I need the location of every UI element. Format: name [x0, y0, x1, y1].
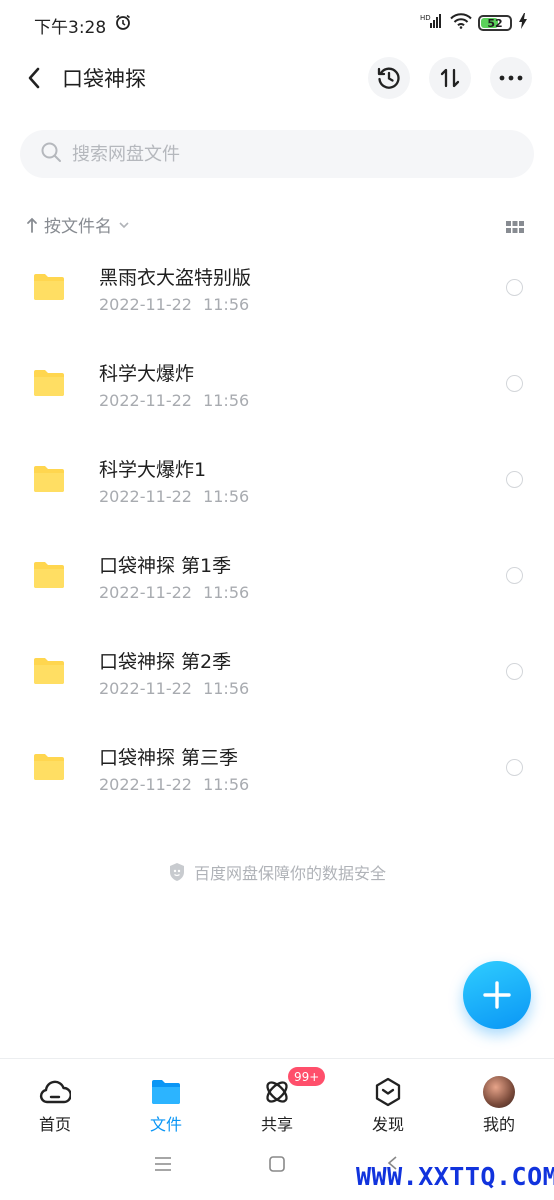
folder-icon — [34, 754, 64, 780]
select-radio[interactable] — [506, 375, 523, 392]
tab-label: 文件 — [149, 1115, 182, 1134]
page-title: 口袋神探 — [62, 67, 146, 91]
battery-icon: 52 — [478, 15, 512, 31]
folder-icon — [34, 658, 64, 684]
file-row[interactable]: 科学大爆炸 2022-11-22 11:56 — [0, 338, 554, 434]
tab-label: 我的 — [482, 1115, 515, 1134]
header: 口袋神探 — [0, 48, 554, 108]
charging-icon — [518, 13, 528, 33]
home-cloud-icon — [39, 1080, 71, 1104]
discover-icon — [375, 1077, 401, 1107]
menu-icon[interactable] — [154, 1156, 172, 1172]
file-date: 2022-11-22 11:56 — [99, 679, 250, 698]
status-bar: 下午3:28 HD 52 — [0, 0, 554, 48]
file-date: 2022-11-22 11:56 — [99, 775, 250, 794]
folder-icon — [34, 370, 64, 396]
wifi-icon — [450, 13, 472, 33]
security-note: 百度网盘保障你的数据安全 — [0, 860, 554, 884]
chevron-down-icon — [119, 221, 129, 228]
grid-view-icon — [506, 221, 524, 233]
sort-label: 按文件名 — [44, 217, 112, 237]
file-date: 2022-11-22 11:56 — [99, 583, 250, 602]
security-note-text: 百度网盘保障你的数据安全 — [193, 864, 386, 883]
svg-text:HD: HD — [420, 14, 431, 22]
file-name: 科学大爆炸1 — [99, 459, 207, 481]
share-icon — [266, 1081, 288, 1103]
folder-icon — [152, 1080, 180, 1104]
file-date: 2022-11-22 11:56 — [99, 487, 250, 506]
sort-transfer-button[interactable] — [429, 57, 471, 99]
watermark-text: WWW.XXTTQ.COM — [356, 1162, 554, 1191]
select-radio[interactable] — [506, 759, 523, 776]
more-icon — [499, 75, 523, 81]
signal-icon: HD — [420, 13, 444, 33]
status-time: 下午3:28 — [34, 18, 107, 38]
sort-up-arrow-icon — [27, 217, 37, 233]
select-radio[interactable] — [506, 663, 523, 680]
add-button[interactable] — [463, 961, 531, 1029]
history-icon — [377, 67, 400, 89]
sort-row: 按文件名 — [0, 206, 554, 242]
file-name: 口袋神探 第三季 — [99, 747, 239, 769]
tab-profile[interactable]: 我的 — [444, 1059, 554, 1135]
folder-icon — [34, 466, 64, 492]
tab-label: 发现 — [371, 1115, 404, 1134]
file-name: 口袋神探 第1季 — [99, 555, 232, 577]
battery-level: 52 — [487, 16, 503, 30]
sort-transfer-icon — [440, 68, 460, 88]
back-button[interactable] — [20, 62, 48, 94]
more-button[interactable] — [490, 57, 532, 99]
file-name: 口袋神探 第2季 — [99, 651, 232, 673]
tab-files[interactable]: 文件 — [111, 1059, 221, 1135]
folder-icon — [34, 562, 64, 588]
file-date: 2022-11-22 11:56 — [99, 295, 250, 314]
select-radio[interactable] — [506, 471, 523, 488]
file-row[interactable]: 口袋神探 第三季 2022-11-22 11:56 — [0, 722, 554, 818]
notification-badge: 99+ — [288, 1067, 326, 1086]
alarm-icon — [114, 13, 132, 35]
history-button[interactable] — [368, 57, 410, 99]
file-name: 科学大爆炸 — [99, 363, 195, 385]
shield-icon — [169, 863, 184, 881]
back-arrow-icon — [28, 67, 40, 89]
file-row[interactable]: 科学大爆炸1 2022-11-22 11:56 — [0, 434, 554, 530]
select-radio[interactable] — [506, 567, 523, 584]
avatar — [483, 1076, 515, 1108]
tab-label: 首页 — [38, 1115, 71, 1134]
folder-icon — [34, 274, 64, 300]
sort-selector[interactable]: 按文件名 — [26, 212, 130, 237]
tab-discover[interactable]: 发现 — [333, 1059, 443, 1135]
file-row[interactable]: 口袋神探 第1季 2022-11-22 11:56 — [0, 530, 554, 626]
tab-home[interactable]: 首页 — [0, 1059, 110, 1135]
plus-icon — [483, 981, 511, 1009]
search-bar[interactable] — [20, 130, 534, 178]
home-square-icon[interactable] — [269, 1156, 285, 1172]
bottom-tab-bar: 首页 文件 共享 99+ 发现 我的 — [0, 1058, 554, 1134]
file-list: 黑雨衣大盗特别版 2022-11-22 11:56 科学大爆炸 2022-11-… — [0, 242, 554, 818]
file-row[interactable]: 黑雨衣大盗特别版 2022-11-22 11:56 — [0, 242, 554, 338]
file-name: 黑雨衣大盗特别版 — [99, 267, 252, 289]
grid-view-button[interactable] — [506, 218, 524, 237]
search-icon — [40, 141, 62, 167]
file-date: 2022-11-22 11:56 — [99, 391, 250, 410]
select-radio[interactable] — [506, 279, 523, 296]
search-input[interactable] — [72, 143, 472, 165]
file-row[interactable]: 口袋神探 第2季 2022-11-22 11:56 — [0, 626, 554, 722]
tab-label: 共享 — [260, 1115, 293, 1134]
